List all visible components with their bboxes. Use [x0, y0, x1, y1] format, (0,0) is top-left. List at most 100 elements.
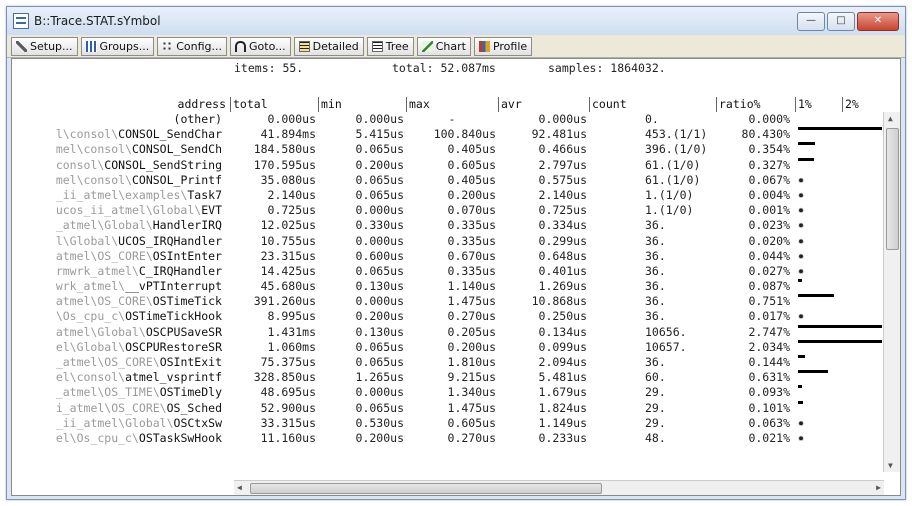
title-bar[interactable]: B::Trace.STAT.sYmbol — □ ✕ [7, 7, 905, 35]
toolbar: Setup... Groups... Config... Goto... Detaile… [7, 35, 905, 58]
table-row[interactable]: _ii_atmel\examples\Task7 2.140us 0.065us 0.… [12, 188, 882, 203]
ratio-bar-marker-icon: ✹ [798, 220, 805, 232]
symbol-name: CONSOL_SendString [104, 157, 222, 172]
scroll-right-icon[interactable]: ▶ [876, 483, 881, 492]
scroll-up-icon[interactable]: ▲ [888, 114, 893, 123]
statistics-table[interactable]: items: 55. total: 52.087ms samples: 1864… [11, 58, 901, 496]
scroll-down-icon[interactable]: ▼ [888, 461, 893, 470]
cell-max: 0.605us [447, 157, 496, 172]
vertical-scroll-thumb[interactable] [886, 128, 899, 250]
vertical-scrollbar[interactable]: ▲ ▼ [883, 112, 900, 472]
scroll-left-icon[interactable]: ◀ [237, 483, 242, 492]
cell-avr: 0.250us [538, 309, 587, 324]
horizontal-scroll-thumb[interactable] [250, 483, 602, 494]
close-button[interactable]: ✕ [857, 12, 899, 31]
cell-ratio: 0.017% [748, 309, 790, 324]
table-row[interactable]: _ii_atmel\Global\OSCtxSw 33.315us 0.530us 0… [12, 416, 882, 431]
cell-max: 9.215us [447, 370, 496, 385]
cell-count: 36. [645, 248, 666, 263]
symbol-address: _atmel\OS_TIME\OSTimeDly [12, 385, 222, 400]
column-header-max[interactable]: max [406, 97, 499, 112]
toolbar-detailed-button[interactable]: Detailed [293, 36, 364, 56]
symbol-name: OSTimeTickHook [125, 309, 222, 324]
table-row[interactable]: el\Global\OSCPURestoreSR 1.060ms 0.065us 0.… [12, 339, 882, 355]
toolbar-button-label: Goto... [249, 39, 286, 53]
table-row[interactable]: mel\consol\CONSOL_Printf 35.080us 0.065us 0… [12, 173, 882, 188]
cell-max: - [448, 112, 456, 126]
cell-avr: 1.824us [538, 400, 587, 415]
cell-ratio: 0.354% [748, 142, 790, 157]
cell-count: 61.(1/0) [645, 172, 701, 187]
symbol-name: __vPTInterrupt [125, 279, 222, 294]
column-header-count[interactable]: count [589, 97, 717, 112]
table-row[interactable]: consol\CONSOL_SendString 170.595us 0.200us… [12, 157, 882, 173]
symbol-address: el\Os_cpu_c\OSTaskSwHook [12, 431, 222, 446]
symbol-path: wrk_atmel\ [55, 279, 126, 294]
table-row[interactable]: ucos_ii_atmel\Global\EVT 0.725us 0.000us 0.… [12, 203, 882, 218]
table-row[interactable]: _atmel\OS_TIME\OSTimeDly 48.695us 0.000us 1… [12, 385, 882, 400]
minimize-button[interactable]: — [797, 12, 825, 31]
cell-total: 1.060ms [267, 339, 316, 354]
column-header-2pct[interactable]: 2% [842, 97, 885, 112]
table-row[interactable]: atmel\OS_CORE\OSTimeTick 391.260us 0.000us… [12, 294, 882, 309]
table-row[interactable]: \Os_cpu_c\OSTimeTickHook 8.995us 0.200us 0.… [12, 309, 882, 324]
cell-max: 1.140us [447, 279, 496, 294]
items-count: items: 55. [234, 61, 304, 75]
cell-count: 36. [645, 233, 666, 248]
table-row[interactable]: _atmel\Global\HandlerIRQ 12.025us 0.330us 0… [12, 218, 882, 233]
cell-ratio: 2.034% [748, 339, 790, 354]
toolbar-config-button[interactable]: Config... [157, 36, 228, 56]
cell-avr: 0.134us [538, 324, 587, 339]
cell-ratio: 80.430% [741, 127, 790, 142]
toolbar-profile-button[interactable]: Profile [473, 36, 533, 56]
ratio-bar-marker-icon: ✹ [798, 311, 805, 323]
column-header-total[interactable]: total [230, 97, 319, 112]
cell-count: 29. [645, 400, 666, 415]
horizontal-scrollbar[interactable]: ◀ ▶ [234, 480, 884, 495]
column-header-avr[interactable]: avr [498, 97, 590, 112]
cell-min: 0.000us [355, 233, 404, 248]
toolbar-chart-button[interactable]: Chart [416, 36, 471, 56]
column-header-min[interactable]: min [318, 97, 407, 112]
symbol-path: atmel\OS_CORE\ [55, 248, 153, 263]
toolbar-groups-button[interactable]: Groups... [80, 36, 155, 56]
ratio-bar [798, 385, 803, 389]
table-row[interactable]: el\Os_cpu_c\OSTaskSwHook 11.160us 0.200us 0… [12, 431, 882, 446]
table-row[interactable]: mel\consol\CONSOL_SendCh 184.580us 0.065us… [12, 142, 882, 157]
table-row[interactable]: l\consol\CONSOL_SendChar 41.894ms 5.415us 1… [12, 127, 882, 142]
symbol-name: atmel_vsprintf [125, 370, 222, 385]
symbol-address: el\consol\atmel_vsprintf [12, 370, 222, 385]
toolbar-button-label: Config... [176, 39, 223, 53]
cell-min: 0.065us [355, 187, 404, 202]
cell-count: 29. [645, 415, 666, 430]
table-row[interactable]: _atmel\OS_CORE\OSIntExit 75.375us 0.065us 1… [12, 355, 882, 370]
cell-count: 36. [645, 294, 666, 309]
column-header-address[interactable]: address [12, 97, 228, 112]
table-row[interactable]: i_atmel\OS_CORE\OS_Sched 52.900us 0.065us 1… [12, 400, 882, 416]
cell-avr: 1.149us [538, 415, 587, 430]
cell-ratio: 0.020% [748, 233, 790, 248]
cell-avr: 2.140us [538, 187, 587, 202]
column-header-1pct[interactable]: 1% [795, 97, 843, 112]
toolbar-button-label: Setup... [30, 39, 73, 53]
cell-avr: 10.868us [531, 294, 587, 309]
table-row[interactable]: l\Global\UCOS_IRQHandler 10.755us 0.000us 0… [12, 234, 882, 249]
table-row[interactable]: atmel\Global\OSCPUSaveSR 1.431ms 0.130us 0.… [12, 324, 882, 340]
symbol-name: CONSOL_SendChar [118, 127, 222, 142]
table-row[interactable]: rmwrk_atmel\C_IRQHandler 14.425us 0.065us 0… [12, 264, 882, 279]
table-row[interactable]: atmel\OS_CORE\OSIntEnter 23.315us 0.600us 0… [12, 249, 882, 264]
toolbar-goto-button[interactable]: Goto... [230, 36, 291, 56]
cell-min: 0.200us [355, 430, 404, 445]
table-row[interactable]: el\consol\atmel_vsprintf 328.850us 1.265us… [12, 370, 882, 385]
maximize-button[interactable]: □ [827, 12, 855, 31]
cell-count: 36. [645, 309, 666, 324]
toolbar-setup-button[interactable]: Setup... [11, 36, 78, 56]
cell-total: 170.595us [253, 157, 316, 172]
cell-max: 0.670us [447, 248, 496, 263]
table-row[interactable]: wrk_atmel\__vPTInterrupt 45.680us 0.130us 1… [12, 279, 882, 294]
total-time: total: 52.087ms [392, 61, 496, 75]
table-row[interactable]: (other) 0.000us 0.000us - 0.000us 0. 0.000% [12, 112, 882, 127]
toolbar-tree-button[interactable]: Tree [366, 36, 414, 56]
cell-total: 33.315us [260, 415, 316, 430]
column-header-ratiopct[interactable]: ratio% [716, 97, 796, 112]
